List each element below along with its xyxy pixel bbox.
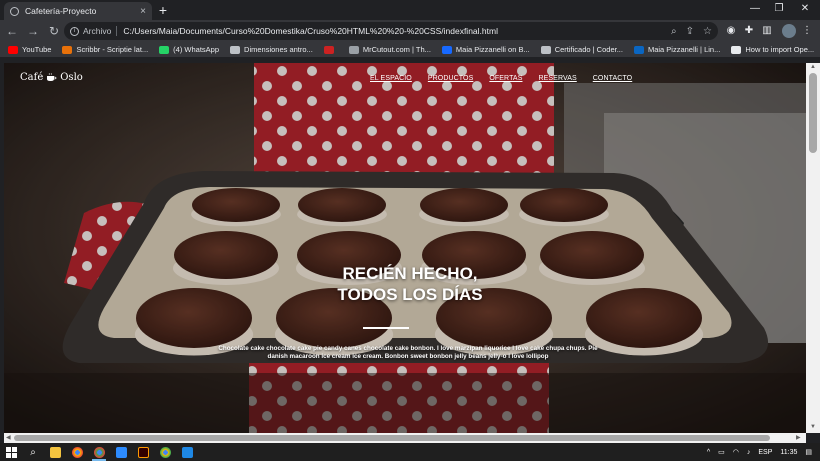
bookmark-item[interactable]: Dimensiones antro... [230, 45, 313, 54]
bookmark-favicon-icon [62, 45, 73, 54]
horizontal-scroll-thumb[interactable] [14, 435, 770, 441]
nav-link-el-espacio[interactable]: EL ESPACIO [370, 75, 412, 82]
bookmarks-bar: YouTube Scribbr - Scriptie lat... (4) What… [0, 42, 820, 58]
chrome-profile-icon[interactable] [154, 443, 176, 461]
bookmark-label: Maia Pizzanelli on B... [455, 45, 530, 54]
nav-link-reservas[interactable]: RESERVAS [538, 75, 576, 82]
minimize-button[interactable]: — [742, 2, 768, 16]
horizontal-scrollbar[interactable]: ◀ ▶ [4, 433, 806, 443]
bookmark-item[interactable]: YouTube [8, 45, 51, 54]
tab-strip: Cafetería-Proyecto × + — ❐ ✕ [0, 0, 820, 20]
notifications-icon[interactable]: ▤ [805, 448, 812, 456]
bookmark-favicon-icon [348, 45, 359, 54]
search-icon[interactable]: ⌕ [22, 443, 44, 461]
wifi-icon[interactable]: ◠ [733, 448, 739, 456]
close-window-button[interactable]: ✕ [792, 2, 818, 16]
bookmark-favicon-icon [159, 45, 170, 54]
hero-dark-overlay [4, 63, 806, 433]
browser-tab[interactable]: Cafetería-Proyecto × [4, 2, 152, 20]
new-tab-button[interactable]: + [156, 2, 170, 18]
extensions-puzzle-icon[interactable]: ✚ [742, 24, 756, 38]
tab-title: Cafetería-Proyecto [25, 6, 97, 16]
reload-button[interactable]: ↻ [45, 22, 63, 40]
bookmark-favicon-icon [731, 45, 742, 54]
bookmark-favicon-icon [8, 45, 18, 54]
site-navigation: EL ESPACIO PRODUCTOS OFERTAS RESERVAS CONTAC… [370, 75, 648, 82]
share-icon[interactable]: ⇪ [686, 26, 694, 37]
vertical-scroll-thumb[interactable] [809, 73, 817, 153]
bookmark-favicon-icon [323, 45, 334, 54]
illustrator-icon[interactable] [132, 443, 154, 461]
bookmark-label: Dimensiones antro... [244, 45, 313, 54]
forward-button[interactable]: → [24, 22, 42, 40]
address-separator [116, 26, 118, 36]
volume-icon[interactable]: ♪ [747, 449, 751, 456]
logo-text-right: Oslo [60, 72, 83, 83]
bookmark-item[interactable]: Maia Pizzanelli | Lin... [633, 45, 721, 54]
page-viewport: Café Oslo EL ESPACIO PRODUCTOS OFERTAS RESE… [4, 63, 806, 433]
color-extension-icon[interactable]: ◉ [724, 24, 738, 38]
upload-app-icon[interactable] [176, 443, 198, 461]
bookmark-label: (4) WhatsApp [173, 45, 220, 54]
hero-title-line-1: RECIÉN HECHO, [342, 264, 478, 283]
windows-taskbar: ⌕ ^ ▭ ◠ ♪ ESP 11:35 ▤ [0, 443, 820, 461]
logo-text-left: Café [20, 72, 44, 83]
bookmark-favicon-icon [540, 45, 551, 54]
hero-title-line-2: TODOS LOS DÍAS [337, 285, 483, 304]
site-logo[interactable]: Café Oslo [20, 72, 83, 83]
bookmark-label: Certificado | Coder... [554, 45, 623, 54]
nav-link-contacto[interactable]: CONTACTO [593, 75, 632, 82]
url-text[interactable]: C:/Users/Maia/Documents/Curso%20Domestik… [123, 26, 662, 36]
bookmark-label: Scribbr - Scriptie lat... [76, 45, 149, 54]
search-icon[interactable]: ⌕ [671, 26, 677, 37]
bookmark-label: How to import Ope... [745, 45, 815, 54]
system-tray: ^ ▭ ◠ ♪ ESP 11:35 ▤ [707, 443, 820, 461]
tab-close-icon[interactable]: × [140, 6, 146, 17]
bookmark-label: Maia Pizzanelli | Lin... [647, 45, 721, 54]
info-icon[interactable]: i [70, 26, 79, 36]
clock[interactable]: 11:35 [780, 449, 797, 456]
sidebar-icon[interactable]: ▥ [760, 24, 774, 38]
nav-link-productos[interactable]: PRODUCTOS [428, 75, 474, 82]
file-explorer-icon[interactable] [44, 443, 66, 461]
hero-divider [363, 327, 409, 329]
bookmark-label: MrCutout.com | Th... [362, 45, 431, 54]
chevron-up-icon[interactable]: ^ [707, 449, 710, 456]
star-icon[interactable]: ☆ [703, 26, 712, 37]
bookmark-item[interactable] [323, 45, 338, 54]
scroll-right-arrow-icon[interactable]: ▶ [796, 434, 801, 441]
bookmark-favicon-icon [441, 45, 452, 54]
bookmark-favicon-icon [633, 45, 644, 54]
zoom-icon[interactable] [110, 443, 132, 461]
windows-start-icon[interactable] [0, 443, 22, 461]
nav-link-ofertas[interactable]: OFERTAS [489, 75, 522, 82]
chrome-icon[interactable] [66, 443, 88, 461]
globe-icon [10, 6, 19, 16]
back-button[interactable]: ← [3, 22, 21, 40]
bookmark-item[interactable]: How to import Ope... [731, 45, 814, 54]
scroll-left-arrow-icon[interactable]: ◀ [6, 434, 11, 441]
bookmark-item[interactable]: Scribbr - Scriptie lat... [62, 45, 148, 54]
address-bar[interactable]: i Archivo C:/Users/Maia/Documents/Curso%… [64, 22, 718, 40]
hero-title: RECIÉN HECHO, TODOS LOS DÍAS [4, 263, 806, 305]
bookmark-favicon-icon [230, 45, 241, 54]
bookmark-item[interactable]: Maia Pizzanelli on B... [441, 45, 530, 54]
scroll-up-arrow-icon[interactable]: ▲ [809, 64, 817, 70]
hero-description: Chocolate cake chocolate cake pie candy … [218, 345, 598, 360]
bookmark-item[interactable]: (4) WhatsApp [159, 45, 219, 54]
coffee-cup-icon [47, 73, 57, 81]
address-chip: Archivo [83, 26, 112, 36]
vertical-scrollbar[interactable]: ▲ ▼ [806, 63, 820, 433]
bookmark-item[interactable]: MrCutout.com | Th... [348, 45, 431, 54]
bookmark-label: YouTube [22, 45, 52, 54]
scroll-down-arrow-icon[interactable]: ▼ [809, 424, 817, 430]
chrome-active-icon[interactable] [88, 443, 110, 461]
language-indicator[interactable]: ESP [758, 449, 772, 456]
restore-button[interactable]: ❐ [766, 2, 792, 16]
battery-icon[interactable]: ▭ [718, 448, 725, 456]
bookmark-item[interactable]: Certificado | Coder... [540, 45, 623, 54]
profile-avatar[interactable] [782, 24, 796, 38]
menu-kebab-icon[interactable]: ⋮ [800, 24, 814, 38]
browser-toolbar: ← → ↻ i Archivo C:/Users/Maia/Documents/… [0, 20, 820, 42]
